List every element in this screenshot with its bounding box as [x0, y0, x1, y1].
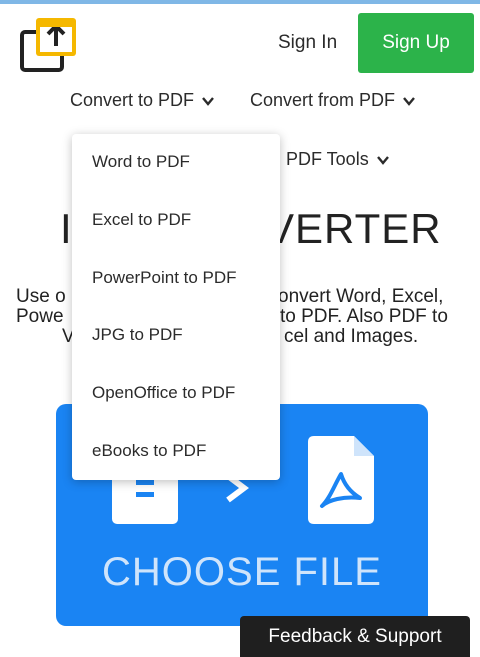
convert-to-pdf-dropdown: Word to PDF Excel to PDF PowerPoint to P…	[72, 134, 280, 480]
nav-convert-from-pdf-label: Convert from PDF	[250, 90, 396, 110]
hero-desc-line1-right: onvert Word, Excel,	[278, 286, 444, 307]
feedback-support-button[interactable]: Feedback & Support	[240, 616, 470, 657]
choose-file-label: CHOOSE FILE	[102, 550, 382, 594]
chevron-down-icon	[376, 155, 389, 165]
sign-up-button[interactable]: Sign Up	[358, 13, 474, 73]
nav-pdf-tools[interactable]: PDF Tools	[286, 149, 391, 170]
nav-convert-from-pdf[interactable]: Convert from PDF	[250, 90, 417, 111]
logo-icon[interactable]	[18, 14, 80, 76]
hero-title-left: I	[60, 205, 73, 252]
hero-desc-line2-left: Powe	[16, 306, 64, 327]
hero-desc-line2-right: to PDF. Also PDF to	[280, 306, 448, 327]
dropdown-item-openoffice-to-pdf[interactable]: OpenOffice to PDF	[92, 383, 235, 403]
pdf-document-icon	[308, 436, 374, 524]
dropdown-item-powerpoint-to-pdf[interactable]: PowerPoint to PDF	[92, 268, 237, 288]
hero-desc-line3-right: cel and Images.	[284, 326, 419, 347]
sign-in-link[interactable]: Sign In	[278, 32, 337, 54]
dropdown-item-ebooks-to-pdf[interactable]: eBooks to PDF	[92, 441, 206, 461]
hero-title-right: VERTER	[266, 205, 442, 252]
dropdown-item-excel-to-pdf[interactable]: Excel to PDF	[92, 210, 191, 230]
chevron-down-icon	[403, 96, 415, 106]
hero-desc-line1-left: Use o	[16, 286, 66, 307]
nav-pdf-tools-label: PDF Tools	[286, 149, 369, 169]
dropdown-item-jpg-to-pdf[interactable]: JPG to PDF	[92, 325, 183, 345]
nav-convert-to-pdf-label: Convert to PDF	[70, 90, 195, 110]
dropdown-item-word-to-pdf[interactable]: Word to PDF	[92, 152, 190, 172]
nav-convert-to-pdf[interactable]: Convert to PDF	[70, 90, 216, 111]
top-accent-line	[0, 0, 480, 4]
chevron-down-icon	[202, 96, 214, 106]
